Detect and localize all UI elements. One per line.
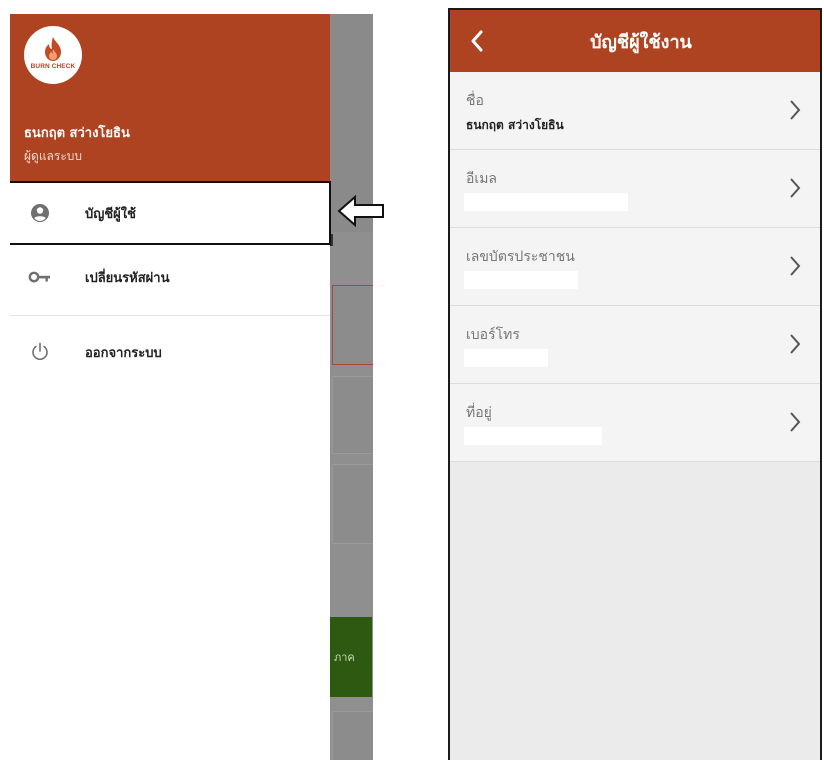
field-row-id-card[interactable]: เลขบัตรประชาชน xyxy=(450,228,820,306)
right-screen-account: บัญชีผู้ใช้งาน ชื่อ ธนกฤต สว่างโยธิน อีเ… xyxy=(448,8,822,760)
redacted-value xyxy=(464,427,602,445)
chevron-right-icon xyxy=(790,412,801,432)
field-label: อีเมล xyxy=(466,171,498,187)
power-icon xyxy=(25,342,55,362)
field-label: ชื่อ xyxy=(466,93,484,109)
chevron-right-icon xyxy=(790,334,801,354)
drawer-header: BURN CHECK ธนกฤต สว่างโยธิน ผู้ดูแลระบบ xyxy=(10,14,330,181)
logo-text: BURN CHECK xyxy=(30,63,76,70)
chevron-left-icon xyxy=(471,30,483,52)
background-button-label: ภาค xyxy=(334,651,355,664)
background-card xyxy=(332,285,373,365)
navigation-drawer: BURN CHECK ธนกฤต สว่างโยธิน ผู้ดูแลระบบ … xyxy=(10,14,331,760)
left-screen-drawer: ภาค BURN CHECK ธนกฤต สว่างโยธิน ผู้ดูแลร… xyxy=(10,14,373,760)
field-row-name[interactable]: ชื่อ ธนกฤต สว่างโยธิน xyxy=(450,72,820,150)
chevron-right-icon xyxy=(790,100,801,120)
menu-item-logout[interactable]: ออกจากระบบ xyxy=(10,316,330,388)
background-card xyxy=(332,711,373,760)
redacted-value xyxy=(464,193,628,211)
menu-item-change-password[interactable]: เปลี่ยนรหัสผ่าน xyxy=(10,245,330,309)
chevron-right-icon xyxy=(790,256,801,276)
field-value: ธนกฤต สว่างโยธิน xyxy=(466,118,564,132)
empty-content-area xyxy=(450,462,820,760)
key-icon xyxy=(25,270,55,284)
burn-check-logo: BURN CHECK xyxy=(24,26,82,84)
menu-item-account-label: บัญชีผู้ใช้ xyxy=(85,206,136,222)
account-field-list: ชื่อ ธนกฤต สว่างโยธิน อีเมล เลขบัตรประชา… xyxy=(450,72,820,462)
chevron-right-icon xyxy=(790,178,801,198)
user-role: ผู้ดูแลระบบ xyxy=(24,149,83,163)
field-row-phone[interactable]: เบอร์โทร xyxy=(450,306,820,384)
background-card xyxy=(332,376,373,454)
menu-item-logout-label: ออกจากระบบ xyxy=(85,345,162,361)
redacted-value xyxy=(464,349,548,367)
app-bar: บัญชีผู้ใช้งาน xyxy=(450,10,820,72)
field-label: เลขบัตรประชาชน xyxy=(466,249,575,265)
field-row-email[interactable]: อีเมล xyxy=(450,150,820,228)
flame-icon xyxy=(45,37,61,61)
account-circle-icon xyxy=(25,203,55,223)
field-row-address[interactable]: ที่อยู่ xyxy=(450,384,820,462)
pointer-arrow-icon xyxy=(337,194,384,228)
menu-item-change-password-label: เปลี่ยนรหัสผ่าน xyxy=(85,270,170,286)
menu-item-account[interactable]: บัญชีผู้ใช้ xyxy=(10,181,331,245)
field-label: ที่อยู่ xyxy=(466,405,492,421)
redacted-value xyxy=(464,271,578,289)
background-green-button: ภาค xyxy=(330,617,372,697)
field-label: เบอร์โทร xyxy=(466,327,520,343)
background-card xyxy=(332,464,373,544)
page-title: บัญชีผู้ใช้งาน xyxy=(590,31,692,53)
user-name: ธนกฤต สว่างโยธิน xyxy=(24,126,130,141)
back-button[interactable] xyxy=(464,26,490,56)
